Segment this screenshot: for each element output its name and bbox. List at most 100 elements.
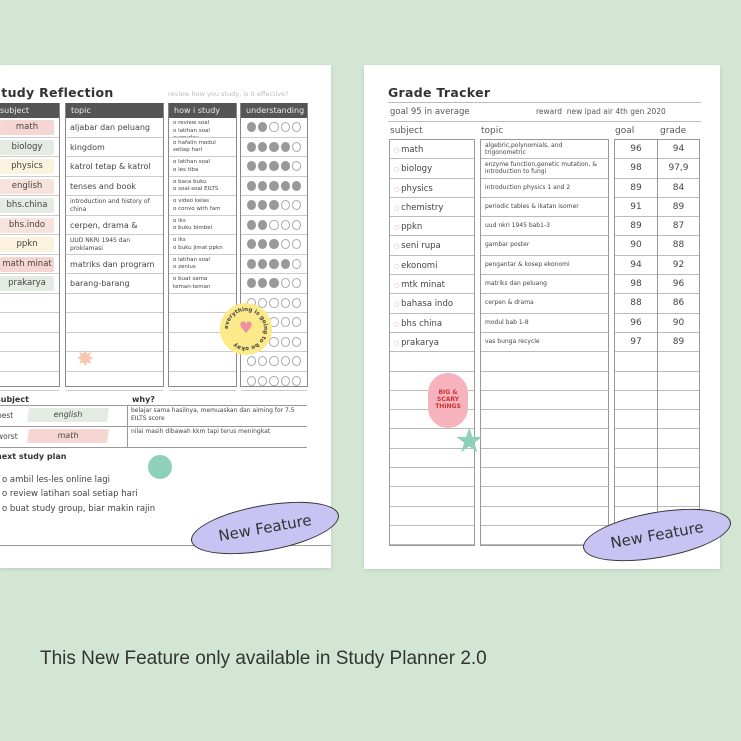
how-cell: o baca buku o soal-soal EILTS <box>169 177 236 196</box>
topic-cell: pengantar & kosep ekonomi <box>481 256 608 276</box>
subject-cell: ○ math <box>390 140 474 160</box>
subject-column: ○ math ○ biology ○ physics ○ chemistry ○ ppk… <box>389 139 475 546</box>
best-worst-subject: english <box>27 408 109 422</box>
subject-cell: math <box>0 118 59 138</box>
topic-cell: gambar poster <box>481 236 608 256</box>
column-header: goal <box>615 126 635 136</box>
rating-dot <box>247 258 257 269</box>
rating-dot <box>269 258 279 269</box>
page-title: Study Reflection <box>0 85 114 100</box>
topic-cell <box>481 352 608 372</box>
reward-label: reward <box>536 107 562 116</box>
goal-value: 95 in average <box>410 107 470 117</box>
rating-dot <box>291 278 302 288</box>
rating-dot <box>247 180 257 191</box>
star-sticker: ★ <box>454 421 485 461</box>
plan-title: next study plan <box>0 452 67 461</box>
grade-cell: 86 <box>657 294 699 314</box>
how-cell: o video kelas o convo with fam <box>169 196 236 216</box>
grade-cell: 90 <box>657 314 699 333</box>
topic-cell <box>481 507 608 526</box>
subject-cell: ○ bhs china <box>390 314 474 333</box>
topic-cell: cerpen, drama & review buku <box>66 216 163 235</box>
subject-label: chemistry <box>401 202 444 213</box>
subject-label: math <box>401 145 424 155</box>
subject-cell <box>0 294 59 313</box>
best-worst-why: nilai masih dibawah kkm tapi terus menin… <box>131 428 271 435</box>
rating-dot <box>258 200 268 210</box>
rating-dot <box>269 180 279 191</box>
page-hint: review how you study, is it effective? <box>168 90 289 98</box>
subject-cell: ppkn <box>0 235 59 255</box>
rating-dot <box>269 278 279 288</box>
rating-dot <box>247 219 257 230</box>
goal-cell: 89 <box>615 217 657 237</box>
rating-dot <box>269 141 279 152</box>
subject-label: ekonomi <box>401 260 438 271</box>
topic-cell <box>481 487 608 507</box>
row-divider <box>0 447 307 448</box>
subject-cell <box>0 352 59 372</box>
rating-dot <box>247 122 257 132</box>
topic-cell: uud nkri 1945 bab1-3 <box>481 217 608 237</box>
rating-dot <box>247 200 257 210</box>
rating-dot <box>258 180 268 191</box>
rating-dot <box>291 122 302 132</box>
topic-cell <box>481 449 608 469</box>
understanding-rating <box>241 235 307 255</box>
rating-dot <box>280 375 290 386</box>
plan-item: o ambil les-les online lagi <box>2 475 110 485</box>
subject-label: math minat <box>0 256 54 272</box>
rating-dot <box>280 161 290 171</box>
column-header: grade <box>660 126 687 136</box>
subject-cell: math minat <box>0 255 59 274</box>
topic-column: algebric,polynomials, and trigonometric e… <box>480 139 609 546</box>
understanding-rating <box>241 138 307 157</box>
rating-dot <box>247 141 257 152</box>
understanding-rating <box>241 157 307 177</box>
subject-cell <box>390 526 474 546</box>
rating-dot <box>269 161 279 171</box>
rating-dot <box>258 122 268 132</box>
rating-dot <box>280 336 290 347</box>
rating-dot <box>291 219 302 230</box>
rating-dot <box>247 161 257 171</box>
best-worst-label: worst <box>0 432 18 441</box>
how-cell <box>169 372 236 391</box>
rating-dot <box>291 336 302 347</box>
rating-dot <box>280 180 290 191</box>
big-scary-things-sticker: BIG & SCARY THINGS <box>428 373 468 428</box>
topic-column: topic aljabar dan peluang kingdom katrol te… <box>65 103 164 391</box>
topic-cell: enzyme function,genetic mutation, & intr… <box>481 159 608 179</box>
rating-dot <box>291 200 302 210</box>
goal-cell: 91 <box>615 198 657 218</box>
reward-value: new ipad air 4th gen 2020 <box>566 107 666 116</box>
subject-label: seni rupa <box>401 241 441 252</box>
sticker-text: BIG & SCARY THINGS <box>435 389 461 410</box>
topic-cell <box>481 372 608 391</box>
understanding-rating <box>241 177 307 196</box>
rating-dot <box>291 356 302 366</box>
caption: This New Feature only available in Study… <box>40 648 487 669</box>
topic-cell: matriks dan peluang <box>481 275 608 295</box>
subject-label: subject <box>0 395 29 404</box>
rating-dot <box>280 258 290 269</box>
grade-cell: 89 <box>657 333 699 353</box>
subject-cell: ○ bahasa indo <box>390 294 474 314</box>
subject-cell: biology <box>0 138 59 157</box>
topic-cell <box>481 391 608 411</box>
reward-line: reward new ipad air 4th gen 2020 <box>536 107 666 116</box>
understanding-rating <box>241 372 307 391</box>
grade-cell: 89 <box>657 198 699 218</box>
rating-dot <box>291 239 302 249</box>
goal-cell <box>615 487 657 507</box>
subject-cell <box>0 372 59 391</box>
rating-dot <box>258 239 268 249</box>
how-cell: o lks o buku bimbel <box>169 216 236 235</box>
topic-cell: modul bab 1-8 <box>481 314 608 333</box>
subject-cell: bhs.china <box>0 196 59 216</box>
grade-cell <box>657 487 699 507</box>
goal-line: goal 95 in average <box>390 107 470 117</box>
grade-cell: 92 <box>657 256 699 276</box>
topic-cell: introduction and history of china <box>66 196 163 216</box>
